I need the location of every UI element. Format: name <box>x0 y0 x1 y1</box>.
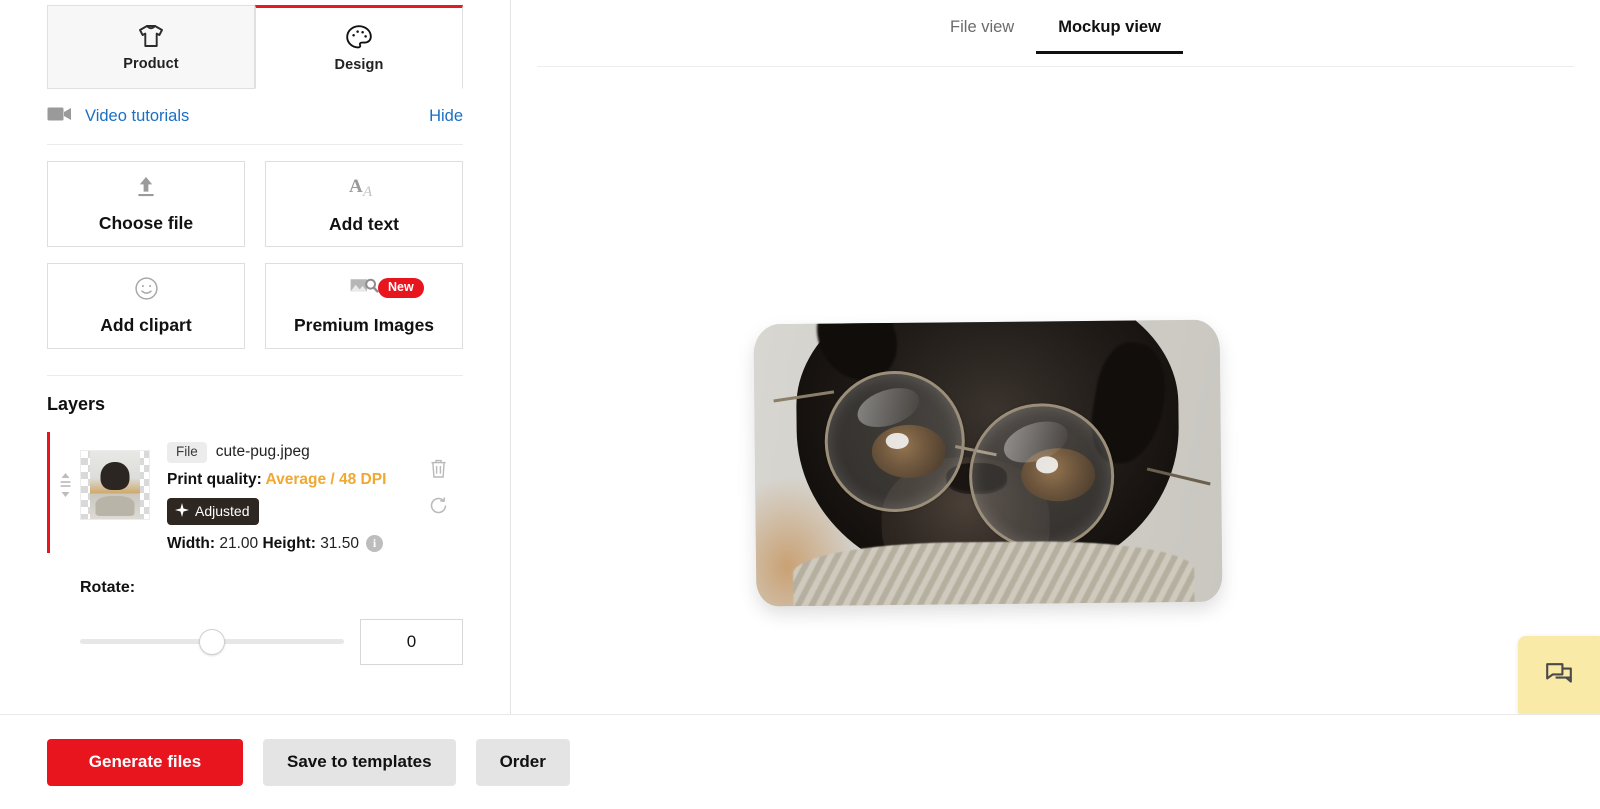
tab-mockup-view[interactable]: Mockup view <box>1036 18 1183 54</box>
smiley-icon <box>134 276 159 306</box>
rotate-slider[interactable] <box>80 628 344 655</box>
view-tabs: File view Mockup view <box>537 0 1574 67</box>
tab-design[interactable]: Design <box>255 5 463 89</box>
thumbnail-scarf-shape <box>95 495 135 517</box>
print-quality-row: Print quality: Average / 48 DPI <box>167 471 413 489</box>
layer-action-buttons <box>413 432 463 516</box>
chat-bubbles-icon <box>1544 660 1574 695</box>
preview-panel: File view Mockup view <box>511 0 1600 809</box>
add-clipart-button[interactable]: Add clipart <box>47 263 245 349</box>
tab-product-label: Product <box>123 56 179 72</box>
pug-scarf <box>793 539 1195 607</box>
palette-icon <box>345 24 373 51</box>
video-tutorials-left: Video tutorials <box>47 105 189 128</box>
layer-type-chip: File <box>167 442 207 463</box>
hide-tutorials-link[interactable]: Hide <box>429 107 463 126</box>
tab-file-view[interactable]: File view <box>928 18 1036 53</box>
rotate-control: Rotate: <box>47 579 463 665</box>
rotate-controls-row <box>80 618 463 665</box>
add-clipart-label: Add clipart <box>100 315 192 335</box>
adjusted-badge: Adjusted <box>167 497 260 525</box>
drag-handle-icon[interactable] <box>50 432 80 498</box>
add-text-label: Add text <box>329 213 399 234</box>
svg-text:A: A <box>349 176 363 197</box>
tab-design-label: Design <box>334 56 384 73</box>
video-tutorials-row: Video tutorials Hide <box>47 89 463 145</box>
image-search-icon <box>349 276 379 306</box>
layer-item[interactable]: File cute-pug.jpeg Print quality: Averag… <box>47 432 463 553</box>
layer-file-name: cute-pug.jpeg <box>215 443 310 461</box>
print-quality-label: Print quality: <box>167 470 262 488</box>
dimensions-row: Width: 21.00 Height: 31.50 i <box>167 535 413 553</box>
layer-thumbnail[interactable] <box>80 450 150 520</box>
save-to-templates-button[interactable]: Save to templates <box>263 738 456 786</box>
thumbnail-dog-shape <box>100 461 130 491</box>
premium-images-new-badge: New <box>378 278 424 298</box>
rotate-input[interactable] <box>360 618 463 665</box>
layer-info: File cute-pug.jpeg Print quality: Averag… <box>150 432 413 553</box>
height-label: Height: <box>262 534 316 552</box>
width-label: Width: <box>167 534 216 552</box>
pillow-mockup[interactable] <box>753 319 1223 607</box>
designer-app: Product Design Video tutorials Hide Choo… <box>0 0 1600 809</box>
height-value: 31.50 <box>320 534 359 552</box>
lens-glare-left <box>852 380 925 435</box>
generate-files-button[interactable]: Generate files <box>47 738 243 786</box>
layer-thumbnail-image <box>90 451 140 519</box>
sidebar-tabs: Product Design <box>0 0 510 89</box>
reset-icon[interactable] <box>428 495 449 516</box>
video-camera-icon <box>47 105 74 128</box>
rotate-label: Rotate: <box>80 578 136 596</box>
bottom-action-bar: Generate files Save to templates Order <box>0 714 1600 809</box>
tshirt-icon <box>136 22 166 50</box>
lens-glare-right <box>998 413 1074 470</box>
video-tutorials-link[interactable]: Video tutorials <box>85 107 189 126</box>
pug-photo <box>753 319 1223 607</box>
choose-file-label: Choose file <box>98 212 194 233</box>
order-button[interactable]: Order <box>475 738 570 786</box>
premium-images-button[interactable]: New Premium Images <box>265 263 463 349</box>
adjusted-badge-label: Adjusted <box>195 502 250 519</box>
tab-product[interactable]: Product <box>47 5 255 89</box>
premium-images-label: Premium Images <box>293 315 435 335</box>
design-sidebar: Product Design Video tutorials Hide Choo… <box>0 0 511 809</box>
layers-section: Layers File cute-pug.jpeg Print quality:… <box>47 375 463 665</box>
layer-file-row: File cute-pug.jpeg <box>167 442 413 463</box>
sparkle-icon <box>175 502 189 519</box>
glasses-lens-left <box>823 370 966 513</box>
text-icon: A A <box>348 174 380 205</box>
print-quality-value: Average / 48 DPI <box>265 470 387 488</box>
rotate-slider-thumb[interactable] <box>199 628 225 655</box>
mockup-canvas <box>511 67 1600 809</box>
upload-icon <box>134 175 158 204</box>
info-icon[interactable]: i <box>365 535 383 552</box>
svg-text:A: A <box>362 184 373 200</box>
width-value: 21.00 <box>219 534 259 552</box>
design-action-grid: Choose file A A Add text Add clipart New… <box>47 161 463 349</box>
choose-file-button[interactable]: Choose file <box>47 161 245 247</box>
chat-widget-button[interactable] <box>1518 636 1600 718</box>
layers-title: Layers <box>47 394 106 414</box>
add-text-button[interactable]: A A Add text <box>265 161 463 247</box>
trash-icon[interactable] <box>429 458 448 479</box>
